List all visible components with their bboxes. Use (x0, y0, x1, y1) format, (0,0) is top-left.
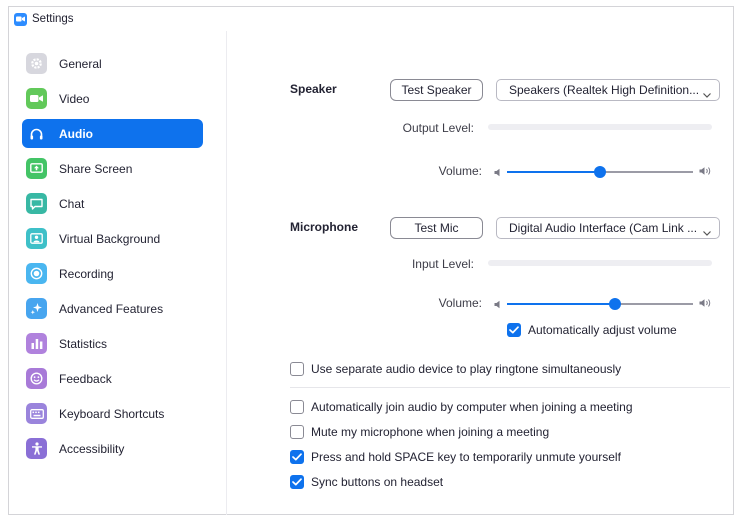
accessibility-icon (26, 438, 47, 459)
bar-chart-icon (26, 333, 47, 354)
input-level-meter (488, 260, 712, 266)
sidebar-item-virtual-background[interactable]: Virtual Background (22, 224, 203, 253)
speaker-device-value: Speakers (Realtek High Definition... (509, 83, 700, 97)
sidebar-item-label: Recording (59, 266, 114, 281)
checkbox[interactable] (290, 362, 304, 376)
checkbox-label: Mute my microphone when joining a meetin… (311, 425, 550, 439)
sidebar-item-label: Video (59, 91, 90, 106)
smiley-icon (26, 368, 47, 389)
sidebar-item-statistics[interactable]: Statistics (22, 329, 203, 358)
test-mic-button[interactable]: Test Mic (390, 217, 483, 239)
share-screen-icon (26, 158, 47, 179)
slider-thumb[interactable] (608, 298, 621, 310)
chevron-down-icon (703, 225, 711, 239)
sidebar-item-accessibility[interactable]: Accessibility (22, 434, 203, 463)
sidebar-item-label: Audio (59, 126, 93, 141)
sidebar-item-feedback[interactable]: Feedback (22, 364, 203, 393)
chevron-down-icon (703, 87, 711, 101)
checkbox[interactable] (290, 475, 304, 489)
sidebar-item-label: Feedback (59, 371, 112, 386)
zoom-app-icon (14, 12, 27, 26)
sidebar-item-label: General (59, 56, 102, 71)
auto-adjust-volume-checkbox[interactable]: Automatically adjust volume (507, 323, 677, 337)
checkbox[interactable] (290, 450, 304, 464)
sidebar-item-label: Chat (59, 196, 85, 211)
sidebar-item-label: Accessibility (59, 441, 125, 456)
output-level-meter (488, 124, 712, 130)
record-icon (26, 263, 47, 284)
sync-headset-buttons-checkbox[interactable]: Sync buttons on headset (290, 475, 443, 489)
section-divider (290, 387, 730, 388)
title-bar: Settings (9, 7, 733, 31)
headphones-icon (26, 123, 47, 144)
checkbox-label: Press and hold SPACE key to temporarily … (311, 450, 621, 464)
auto-join-audio-checkbox[interactable]: Automatically join audio by computer whe… (290, 400, 633, 414)
microphone-volume-slider[interactable] (507, 297, 693, 311)
sidebar-item-general[interactable]: General (22, 49, 203, 78)
gear-icon (26, 53, 47, 74)
volume-high-icon (699, 165, 713, 179)
volume-low-icon (494, 298, 502, 312)
sidebar-item-label: Share Screen (59, 161, 133, 176)
sidebar-item-chat[interactable]: Chat (22, 189, 203, 218)
mute-mic-on-join-checkbox[interactable]: Mute my microphone when joining a meetin… (290, 425, 549, 439)
checkbox-label: Automatically join audio by computer whe… (311, 400, 633, 414)
sparkle-icon (26, 298, 47, 319)
space-to-unmute-checkbox[interactable]: Press and hold SPACE key to temporarily … (290, 450, 621, 464)
speaker-volume-slider[interactable] (507, 165, 693, 179)
slider-thumb[interactable] (594, 166, 606, 178)
sidebar-item-video[interactable]: Video (22, 84, 203, 113)
volume-high-icon (699, 297, 713, 311)
microphone-device-value: Digital Audio Interface (Cam Link ... (509, 221, 698, 235)
speaker-section-label: Speaker (290, 82, 337, 96)
sidebar-item-label: Statistics (59, 336, 108, 351)
microphone-volume-label: Volume: (438, 296, 482, 310)
sidebar: General Video Audio Share Screen Chat Vi… (9, 31, 227, 515)
volume-low-icon (494, 166, 502, 180)
video-camera-icon (26, 88, 47, 109)
person-background-icon (26, 228, 47, 249)
checkbox-label: Sync buttons on headset (311, 475, 444, 489)
checkbox-label: Use separate audio device to play ringto… (311, 362, 622, 376)
window-title: Settings (32, 13, 74, 25)
checkbox[interactable] (507, 323, 521, 337)
sidebar-item-recording[interactable]: Recording (22, 259, 203, 288)
chat-bubble-icon (26, 193, 47, 214)
microphone-section-label: Microphone (290, 220, 358, 234)
separate-ringtone-device-checkbox[interactable]: Use separate audio device to play ringto… (290, 362, 621, 376)
sidebar-item-share-screen[interactable]: Share Screen (22, 154, 203, 183)
settings-window: Settings General Video Audio Share Scree… (8, 6, 734, 515)
sidebar-item-label: Virtual Background (59, 231, 161, 246)
test-speaker-button[interactable]: Test Speaker (390, 79, 483, 101)
sidebar-item-audio[interactable]: Audio (22, 119, 203, 148)
sidebar-item-keyboard-shortcuts[interactable]: Keyboard Shortcuts (22, 399, 203, 428)
sidebar-item-label: Advanced Features (59, 301, 164, 316)
checkbox-label: Automatically adjust volume (528, 323, 677, 337)
checkbox[interactable] (290, 400, 304, 414)
microphone-device-select[interactable]: Digital Audio Interface (Cam Link ... (496, 217, 720, 239)
speaker-device-select[interactable]: Speakers (Realtek High Definition... (496, 79, 720, 101)
audio-settings-panel: Speaker Test Speaker Speakers (Realtek H… (228, 31, 733, 515)
input-level-label: Input Level: (411, 257, 474, 271)
sidebar-item-label: Keyboard Shortcuts (59, 406, 165, 421)
checkbox[interactable] (290, 425, 304, 439)
speaker-volume-label: Volume: (438, 164, 482, 178)
sidebar-item-advanced-features[interactable]: Advanced Features (22, 294, 203, 323)
output-level-label: Output Level: (402, 121, 474, 135)
keyboard-icon (26, 403, 47, 424)
